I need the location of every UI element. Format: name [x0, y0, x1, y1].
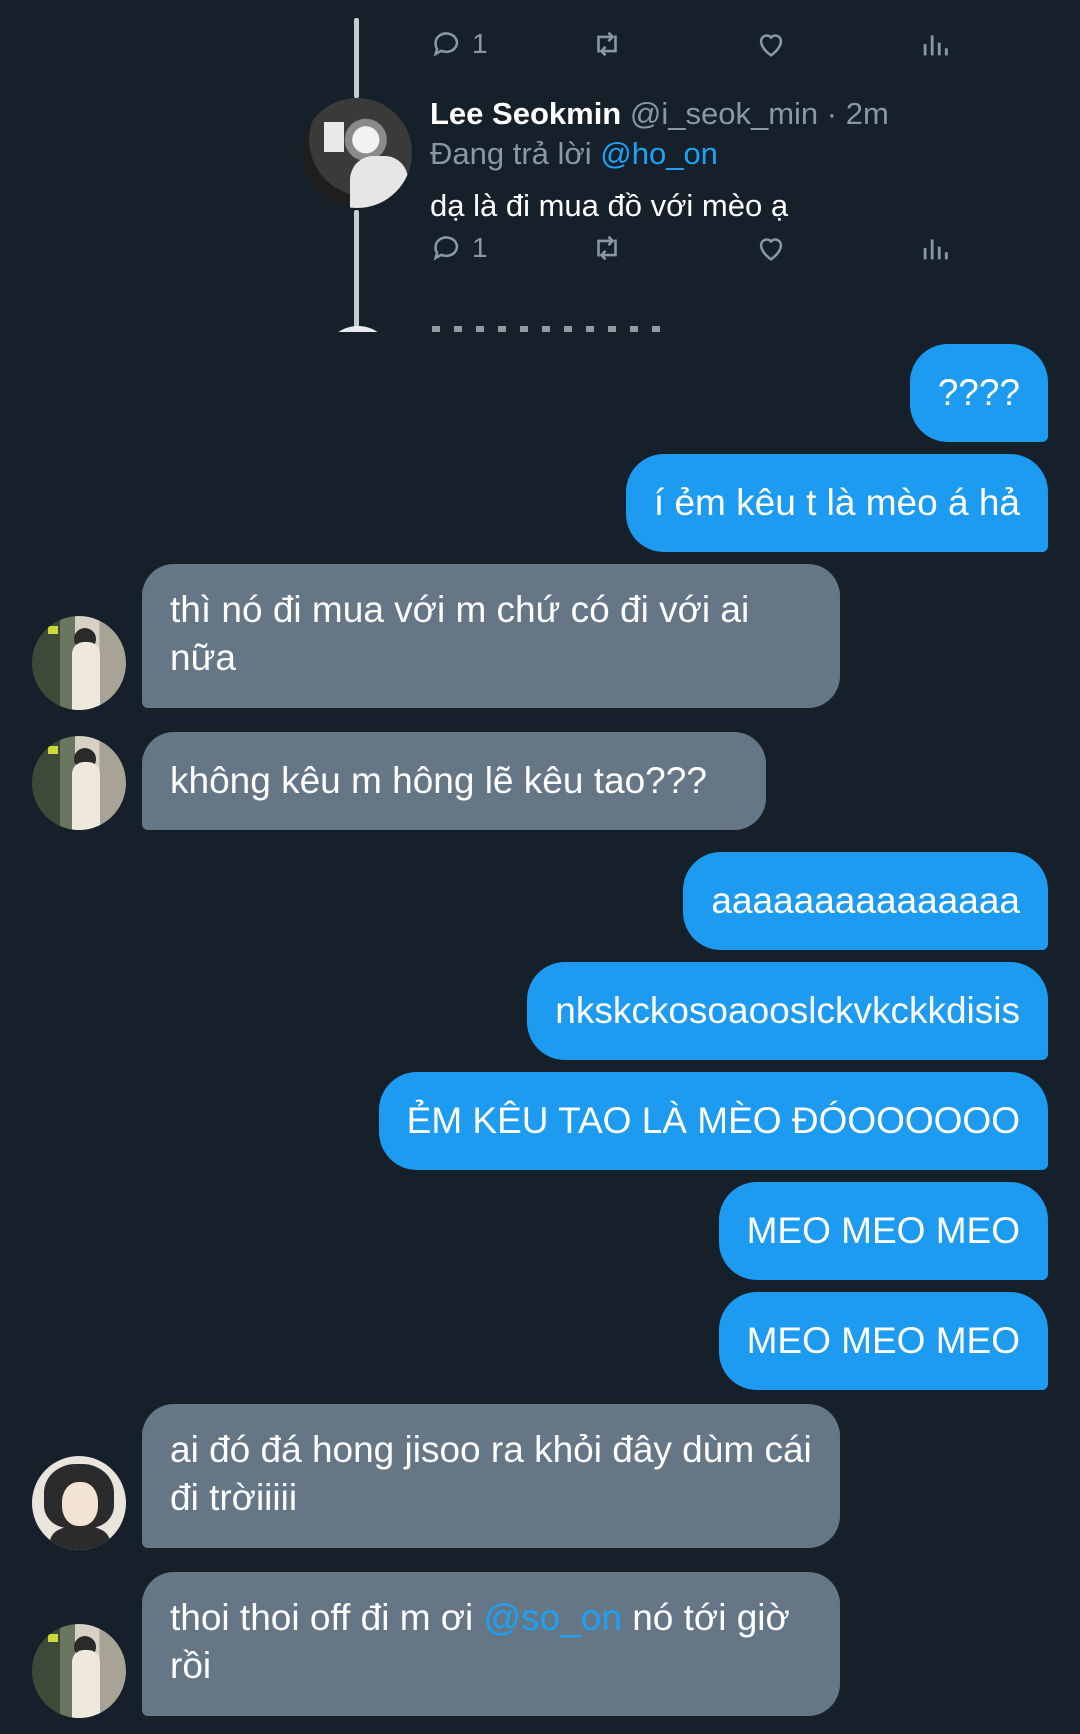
like-button[interactable] [754, 228, 788, 268]
message-bubble-sent[interactable]: aaaaaaaaaaaaaaa [683, 852, 1048, 950]
sender-avatar[interactable] [32, 1624, 126, 1718]
message-bubble-sent[interactable]: ???? [909, 344, 1048, 442]
tweet-text: dạ là đi mua đồ với mèo ạ [430, 188, 789, 223]
message-text: không kêu m hông lẽ kêu tao??? [170, 760, 707, 801]
reply-icon [433, 32, 459, 57]
tweet-time: 2m [845, 96, 889, 131]
retweet-button[interactable] [590, 24, 624, 64]
next-tweet-avatar-peek [323, 326, 393, 332]
reply-button[interactable]: 1 [430, 228, 488, 268]
message-bubble-received[interactable]: ai đó đá hong jisoo ra khỏi đây dùm cái … [142, 1404, 840, 1548]
message-text: MEO MEO MEO [746, 1210, 1020, 1251]
retweet-button[interactable] [590, 228, 624, 268]
retweet-icon [597, 31, 617, 57]
message-text: ???? [937, 372, 1020, 413]
stats-button[interactable] [918, 228, 952, 268]
tweet-author-name[interactable]: Lee Seokmin [430, 96, 621, 131]
message-text: nkskckosoaooslckvkckkdisis [555, 990, 1020, 1031]
message-bubble-sent[interactable]: nkskckosoaooslckvkckkdisis [527, 962, 1048, 1060]
sender-avatar[interactable] [32, 736, 126, 830]
like-icon [759, 238, 783, 261]
message-bubble-received[interactable]: thì nó đi mua với m chứ có đi với ai nữa [142, 564, 840, 708]
message-bubble-received[interactable]: thoi thoi off đi m ơi @so_on nó tới giờ … [142, 1572, 840, 1716]
message-text: thoi thoi off đi m ơi @so_on nó tới giờ … [170, 1594, 812, 1690]
message-bubble-sent[interactable]: MEO MEO MEO [718, 1292, 1048, 1390]
replying-prefix: Đang trả lời [430, 136, 592, 171]
tweet-actions-top: 1 [430, 24, 990, 64]
message-bubble-sent[interactable]: í ẻm kêu t là mèo á hả [625, 454, 1048, 552]
separator-dot: · [826, 96, 838, 131]
message-text: MEO MEO MEO [746, 1320, 1020, 1361]
sender-avatar[interactable] [32, 1456, 126, 1550]
message-bubble-sent[interactable]: MEO MEO MEO [718, 1182, 1048, 1280]
tweet-author-handle[interactable]: @i_seok_min [630, 96, 818, 131]
message-text: aaaaaaaaaaaaaaa [711, 880, 1020, 921]
message-text: í ẻm kêu t là mèo á hả [653, 482, 1020, 523]
tweet-header: Lee Seokmin @i_seok_min · 2m [430, 96, 889, 132]
message-text-before: thoi thoi off đi m ơi [170, 1597, 474, 1638]
message-bubble-received[interactable]: không kêu m hông lẽ kêu tao??? [142, 732, 766, 830]
tweet-author-avatar[interactable] [302, 98, 412, 208]
reply-button[interactable]: 1 [430, 24, 488, 64]
replying-to-mention[interactable]: @ho_on [600, 136, 718, 171]
stats-icon [923, 35, 948, 56]
stats-button[interactable] [918, 24, 952, 64]
reply-count: 1 [472, 232, 488, 263]
thread-connector-line [354, 210, 359, 330]
message-text: ẺM KÊU TAO LÀ MÈO ĐÓOOOOOO [406, 1100, 1020, 1141]
message-mention[interactable]: @so_on [484, 1597, 622, 1638]
message-text: thì nó đi mua với m chứ có đi với ai nữa [170, 589, 750, 678]
tweet-actions: 1 [430, 228, 990, 268]
sender-avatar[interactable] [32, 616, 126, 710]
like-button[interactable] [754, 24, 788, 64]
tweet-thread: 1 Lee Seokmin @i_seok_min · 2m Đang trả … [0, 0, 1080, 332]
retweet-icon [597, 235, 617, 261]
message-bubble-sent[interactable]: ẺM KÊU TAO LÀ MÈO ĐÓOOOOOO [378, 1072, 1048, 1170]
thread-connector-line [354, 18, 359, 98]
message-text: ai đó đá hong jisoo ra khỏi đây dùm cái … [170, 1429, 812, 1518]
next-tweet-text-peek [432, 326, 672, 332]
reply-count: 1 [472, 28, 488, 59]
reply-icon [433, 236, 459, 261]
stats-icon [923, 239, 948, 260]
like-icon [759, 34, 783, 57]
replying-to-line: Đang trả lời @ho_on [430, 136, 718, 172]
